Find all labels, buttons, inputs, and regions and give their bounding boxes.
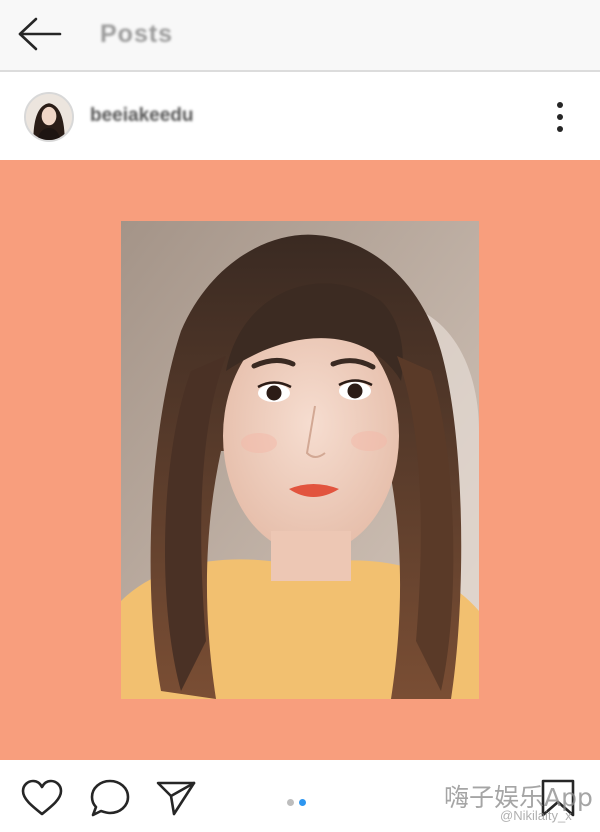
carousel-dot-active [299,799,306,806]
post-photo [121,221,479,699]
post-media[interactable] [0,160,600,760]
username[interactable]: beeiakeedu [90,105,194,127]
more-options-button[interactable] [546,98,574,136]
more-vertical-icon [557,102,563,108]
back-button[interactable] [14,14,66,54]
carousel-indicator [287,793,311,806]
carousel-dot [287,799,294,806]
top-navigation-bar: Posts [0,0,600,72]
selfie-portrait-image [121,221,479,699]
watermark-handle: @Nikilaity_x [500,808,572,823]
arrow-left-icon [18,17,62,51]
like-button[interactable] [20,778,64,818]
post-header: beeiakeedu [0,74,600,160]
comment-bubble-icon [90,779,130,817]
more-vertical-icon-dot [557,126,563,132]
send-icon [156,781,196,816]
share-button[interactable] [154,778,198,818]
page-title: Posts [100,20,174,48]
comment-button[interactable] [88,778,132,818]
avatar[interactable] [24,92,74,142]
more-vertical-icon-dot [557,114,563,120]
avatar-image [26,94,72,140]
heart-icon [21,779,63,816]
